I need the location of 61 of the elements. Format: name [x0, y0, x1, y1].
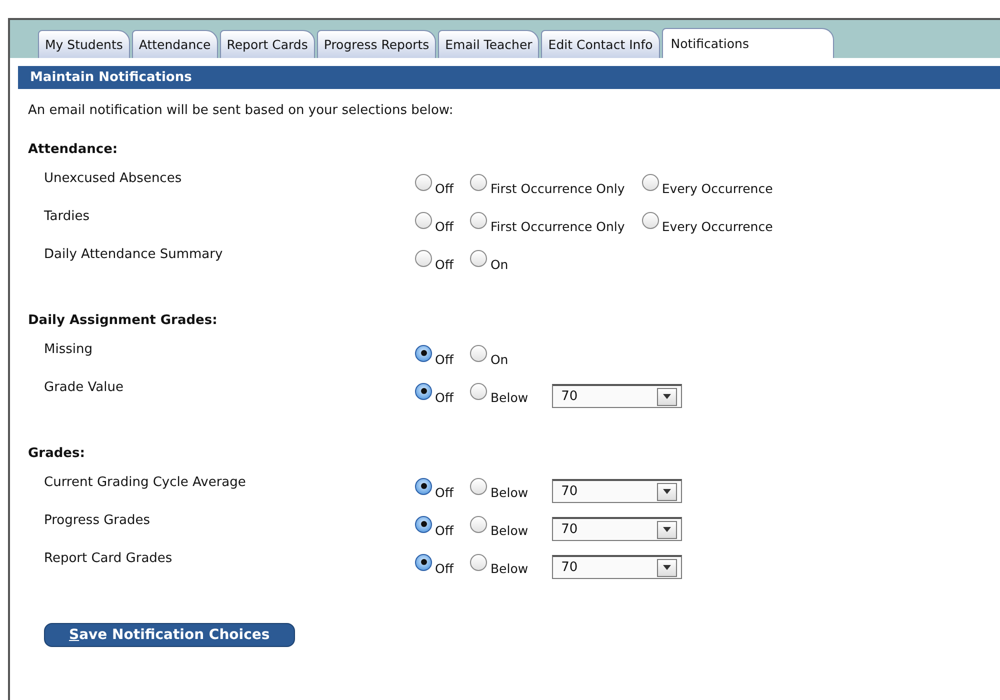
option-label: Off [435, 522, 455, 538]
setting-label: Report Card Grades [43, 550, 174, 566]
radio-button[interactable] [470, 382, 488, 400]
option-label: Off [435, 390, 455, 404]
section-title: Daily Assignment Grades: [27, 312, 218, 330]
radio-button[interactable] [470, 250, 488, 266]
section-title: Grades: [27, 445, 86, 463]
option-label: Off [435, 256, 455, 272]
setting-label: Missing [43, 342, 94, 356]
setting-label: Daily Attendance Summary [43, 246, 224, 262]
option-label: Off [435, 560, 455, 576]
setting-label: Current Grading Cycle Average [43, 474, 247, 490]
option-label: Every Occurrence [662, 218, 774, 234]
radio-button[interactable] [415, 478, 432, 494]
radio-button[interactable] [415, 382, 432, 400]
option-label: Below [490, 390, 530, 404]
setting-label: Progress Grades [43, 512, 152, 528]
radio-button[interactable] [415, 344, 432, 362]
radio-button[interactable] [415, 174, 432, 190]
tab[interactable]: My Students [38, 30, 130, 59]
section-title: Attendance: [27, 141, 119, 159]
option-label: First Occurrence Only [490, 180, 626, 196]
grade-dropdown[interactable]: 70 [552, 479, 682, 503]
tab[interactable]: Progress Reports [316, 30, 436, 59]
radio-button[interactable] [642, 174, 659, 190]
radio-button[interactable] [415, 516, 432, 532]
radio-button[interactable] [470, 212, 488, 228]
intro-text: An email notification will be sent based on your selections below: [27, 102, 454, 118]
setting-label: Grade Value [43, 380, 124, 394]
option-label: Off [435, 218, 455, 234]
option-label: First Occurrence Only [490, 218, 626, 234]
radio-button[interactable] [470, 554, 488, 570]
option-label: On [490, 256, 510, 272]
grade-dropdown[interactable]: 70 [552, 517, 682, 541]
radio-button[interactable] [642, 212, 659, 228]
option-label: Off [435, 484, 455, 500]
radio-button[interactable] [470, 174, 488, 190]
option-label: On [490, 352, 510, 366]
panel-title: Maintain Notifications [18, 66, 1000, 89]
save-button[interactable]: Save Notification Choices [44, 623, 295, 647]
option-label: Below [490, 522, 530, 538]
tab[interactable]: Email Teacher [438, 30, 540, 59]
tab[interactable]: Notifications [662, 28, 834, 59]
setting-label: Unexcused Absences [43, 170, 183, 186]
grade-dropdown[interactable]: 70 [552, 384, 682, 408]
tab[interactable]: Edit Contact Info [541, 30, 660, 59]
tab[interactable]: Report Cards [220, 30, 315, 59]
radio-button[interactable] [415, 212, 432, 228]
grade-dropdown[interactable]: 70 [552, 555, 682, 579]
setting-label: Tardies [43, 208, 91, 224]
option-label: Off [435, 352, 455, 366]
radio-button[interactable] [470, 478, 488, 494]
radio-button[interactable] [415, 250, 432, 266]
radio-button[interactable] [415, 554, 432, 570]
radio-button[interactable] [470, 344, 488, 362]
option-label: Below [490, 560, 530, 576]
radio-button[interactable] [470, 516, 488, 532]
tab[interactable]: Attendance [132, 30, 218, 59]
option-label: Every Occurrence [662, 180, 774, 196]
option-label: Below [490, 484, 530, 500]
option-label: Off [435, 180, 455, 196]
